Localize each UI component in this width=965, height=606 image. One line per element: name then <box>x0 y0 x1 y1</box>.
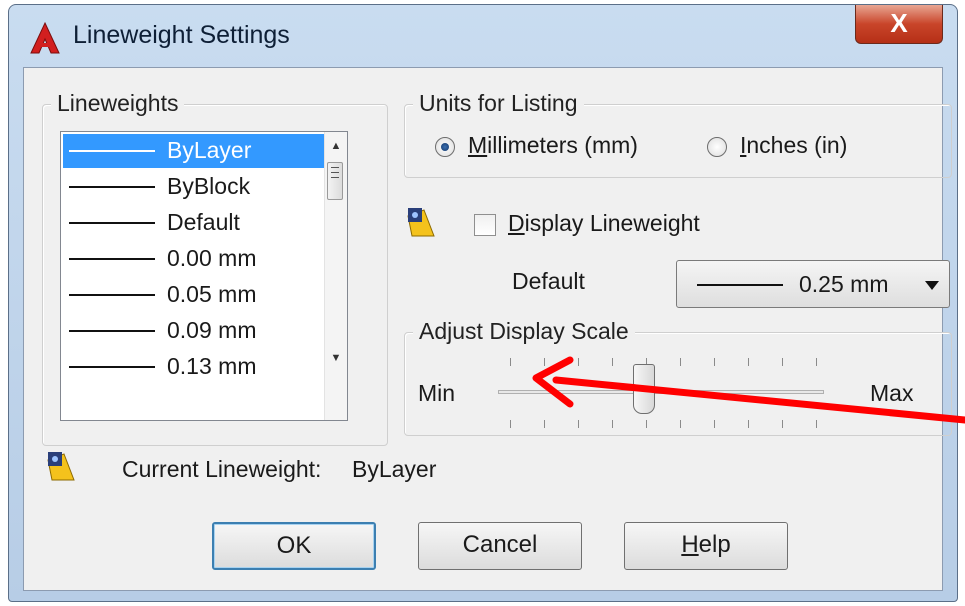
help-button[interactable]: Help <box>624 522 788 570</box>
display-lineweight-label[interactable]: Display Lineweight <box>508 210 700 237</box>
list-item-label: ByLayer <box>167 137 252 163</box>
lineweight-info-icon <box>407 208 435 237</box>
lineweight-sample <box>697 284 783 286</box>
list-item[interactable]: 0.05 mm <box>63 278 325 312</box>
list-item[interactable]: 0.13 mm <box>63 350 325 384</box>
cancel-button[interactable]: Cancel <box>418 522 582 570</box>
scroll-down-icon[interactable]: ▼ <box>327 348 345 368</box>
inches-radio[interactable] <box>707 137 727 157</box>
list-item-label: 0.00 mm <box>167 245 257 271</box>
list-item-label: 0.05 mm <box>167 281 257 307</box>
list-item-label: 0.09 mm <box>167 317 257 343</box>
lineweights-listbox[interactable]: ByLayer ByBlock Default 0.00 mm 0.05 mm <box>60 131 348 421</box>
lineweight-sample <box>69 258 155 260</box>
scroll-thumb[interactable] <box>327 162 343 200</box>
scale-max-label: Max <box>870 380 914 406</box>
close-icon: X <box>890 8 908 38</box>
current-lineweight-label: Current Lineweight: <box>122 456 322 482</box>
default-lineweight-dropdown[interactable]: 0.25 mm <box>676 260 950 308</box>
millimeters-radio[interactable] <box>435 137 455 157</box>
scale-min-label: Min <box>418 380 456 406</box>
lineweights-legend: Lineweights <box>51 90 185 117</box>
default-lineweight-value: 0.25 mm <box>799 271 889 297</box>
display-lineweight-checkbox[interactable] <box>474 214 496 236</box>
list-item[interactable]: ByLayer <box>63 134 325 168</box>
display-scale-legend: Adjust Display Scale <box>413 318 635 345</box>
list-item[interactable]: ByBlock <box>63 170 325 204</box>
scroll-up-icon[interactable]: ▲ <box>327 136 345 156</box>
inches-label[interactable]: Inches (in) <box>740 132 847 159</box>
lineweight-sample <box>69 366 155 368</box>
units-legend: Units for Listing <box>413 90 584 117</box>
close-button[interactable]: X <box>855 5 943 44</box>
lineweights-group: Lineweights ByLayer ByBlock Default 0.00… <box>42 90 388 446</box>
chevron-down-icon <box>925 281 939 290</box>
millimeters-label[interactable]: Millimeters (mm) <box>468 132 638 159</box>
list-item-label: Default <box>167 209 240 235</box>
list-item-label: ByBlock <box>167 173 251 199</box>
lineweight-sample <box>69 186 155 188</box>
lineweight-sample <box>69 330 155 332</box>
lineweight-sample <box>69 150 155 152</box>
lineweight-info-icon <box>47 452 75 481</box>
lineweight-sample <box>69 294 155 296</box>
lineweight-settings-window: Lineweight Settings X Lineweights ByLaye… <box>8 4 958 602</box>
dialog-client-area: Lineweights ByLayer ByBlock Default 0.00… <box>23 67 952 591</box>
list-item[interactable]: Default <box>63 206 325 240</box>
ok-button[interactable]: OK <box>212 522 376 570</box>
list-item[interactable]: 0.00 mm <box>63 242 325 276</box>
title-bar[interactable]: Lineweight Settings X <box>9 5 957 67</box>
slider-track[interactable] <box>498 390 824 394</box>
slider-thumb[interactable] <box>633 364 655 414</box>
current-lineweight-value: ByLayer <box>352 456 437 482</box>
list-item-label: 0.13 mm <box>167 353 257 379</box>
window-title: Lineweight Settings <box>73 21 290 49</box>
autocad-logo-icon <box>30 21 60 54</box>
list-item[interactable]: 0.09 mm <box>63 314 325 348</box>
lineweight-sample <box>69 222 155 224</box>
default-label: Default <box>512 268 585 294</box>
vertical-scrollbar[interactable]: ▲ ▼ <box>324 132 347 420</box>
